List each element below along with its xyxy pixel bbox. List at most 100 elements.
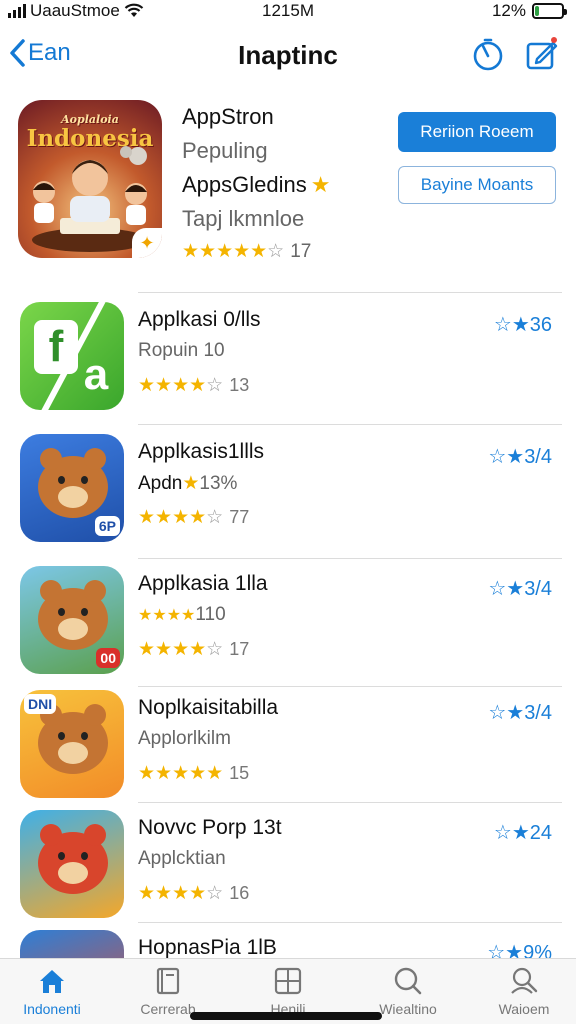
star-badge-icon: ★ <box>310 172 331 197</box>
tab-label: Cerrerab <box>140 1001 196 1017</box>
featured-rating-count: 17 <box>290 240 312 262</box>
featured-rating: ★★★★★☆ 17 <box>182 240 311 263</box>
score-stars-icon: ☆★ <box>488 578 525 600</box>
battery-percent: 12% <box>491 1 526 20</box>
primary-action-button[interactable]: Reriion Roeem <box>398 112 556 152</box>
featured-line-3-text: AppsGledins <box>182 172 307 197</box>
featured-line-3: AppsGledins ★ <box>182 168 392 202</box>
home-indicator[interactable] <box>190 1012 382 1020</box>
app-rating: ★★★★☆ 13 <box>138 374 249 397</box>
tab-profile[interactable]: Waioem <box>474 965 574 1017</box>
app-score: ☆★3/4 <box>488 444 552 469</box>
grid-icon <box>274 967 302 995</box>
clock: 1215M <box>262 1 314 20</box>
tab-label: Indonenti <box>23 1001 81 1017</box>
app-score: ☆★36 <box>494 312 552 337</box>
app-stars: ★★★★☆ <box>138 639 224 660</box>
app-score-value: 3/4 <box>524 578 552 600</box>
subtitle-star-icon: ★ <box>182 473 200 494</box>
divider <box>138 922 562 923</box>
score-stars-icon: ☆★ <box>493 314 530 336</box>
app-list-item[interactable]: f a Applkasi 0/lls Ropuin 10 ★★★★☆ 13 ☆★… <box>20 302 560 420</box>
bear-green-icon: 00 <box>20 566 124 674</box>
app-name: Applkasis1llls <box>138 440 265 463</box>
divider <box>138 558 562 559</box>
app-subtitle: ★★★★110 <box>138 604 226 626</box>
app-score: ☆★24 <box>494 820 552 845</box>
bear-orange-icon: DNI <box>20 690 124 798</box>
tab-search[interactable]: Wiealtino <box>358 965 458 1017</box>
navigation-bar: Ean Inaptinc <box>0 30 576 80</box>
app-subtitle-text: 110 <box>195 604 226 625</box>
app-rating-count: 16 <box>229 883 250 903</box>
app-list-item[interactable]: 00 Applkasia 1lla ★★★★110 ★★★★☆ 17 ☆★3/4 <box>20 566 560 684</box>
divider <box>138 802 562 803</box>
featured-badge-icon: ✦ <box>132 228 162 258</box>
featured-app-icon[interactable]: Aoplaloia Indonesia ✦ <box>18 100 162 258</box>
tab-grid[interactable]: Henili <box>238 965 338 1017</box>
secondary-action-button[interactable]: Bayine Moants <box>398 166 556 204</box>
app-rating: ★★★★☆ 17 <box>138 638 249 661</box>
featured-line-1: AppStron <box>182 104 274 129</box>
app-name: Applkasi 0/lls <box>138 308 261 331</box>
app-list-item[interactable]: 6P Applkasis1llls Apdn★13% ★★★★☆ 77 ☆★3/… <box>20 434 560 552</box>
score-stars-icon: ☆★ <box>488 702 525 724</box>
app-subtitle: Ropuin 10 <box>138 340 225 361</box>
app-name: HopnasPia 1lB <box>138 936 277 959</box>
compose-icon <box>526 37 558 70</box>
app-corner-label: 00 <box>96 648 120 668</box>
app-list-item[interactable]: DNI Noplkaisitabilla Applorlkilm ★★★★★ 1… <box>20 690 560 808</box>
timer-icon <box>473 38 503 71</box>
app-stars: ★★★★★ <box>138 763 224 784</box>
tab-label: Waioem <box>498 1001 550 1017</box>
status-bar: UaauStmoe 1215M 12% <box>0 0 576 22</box>
app-corner-label: 6P <box>94 516 120 536</box>
app-score: ☆★3/4 <box>488 700 552 725</box>
tab-book[interactable]: Cerrerab <box>118 965 218 1017</box>
rainbow-icon <box>20 930 124 960</box>
divider <box>138 292 562 293</box>
bear-red-icon <box>20 810 124 918</box>
app-score-value: 24 <box>529 822 552 844</box>
featured-text: AppStron Pepuling AppsGledins ★ Tapj lkm… <box>182 100 392 236</box>
app-score-value: 3/4 <box>524 446 552 468</box>
app-stars: ★★★★☆ <box>138 507 224 528</box>
app-score: ☆★3/4 <box>488 576 552 601</box>
app-rating-count: 13 <box>229 375 250 395</box>
app-score-value: 3/4 <box>524 702 552 724</box>
app-rating-count: 17 <box>229 639 250 659</box>
tab-home[interactable]: Indonenti <box>2 965 102 1017</box>
divider <box>138 686 562 687</box>
featured-line-4: Tapj lkmnloe <box>182 206 305 231</box>
app-list-item[interactable]: Novvc Porp 13t Applcktian ★★★★☆ 16 ☆★24 <box>20 810 560 928</box>
score-stars-icon: ☆★ <box>488 446 525 468</box>
tab-label: Wiealtino <box>379 1001 437 1017</box>
featured-stars: ★★★★★☆ <box>182 241 285 262</box>
search-icon <box>394 967 422 995</box>
app-subtitle: Applorlkilm <box>138 728 231 749</box>
person-search-icon <box>511 967 538 994</box>
app-score: ☆★9% <box>487 940 552 960</box>
book-icon <box>156 967 180 995</box>
compose-button[interactable] <box>524 36 560 72</box>
app-rating: ★★★★☆ 16 <box>138 882 249 905</box>
timer-button[interactable] <box>470 36 506 72</box>
app-subtitle: Apdn★13% <box>138 472 237 495</box>
app-name: Novvc Porp 13t <box>138 816 282 839</box>
home-icon <box>40 970 64 993</box>
app-subtitle-extra: 13% <box>199 473 238 494</box>
app-subtitle-text: Apdn <box>138 473 183 494</box>
app-list-item[interactable]: HopnasPia 1lB ☆★9% <box>20 930 560 960</box>
bear-blue-icon: 6P <box>20 434 124 542</box>
app-rating-count: 77 <box>229 507 250 527</box>
divider <box>138 424 562 425</box>
app-score-value: 36 <box>529 314 552 336</box>
app-rating-count: 15 <box>229 763 250 783</box>
score-stars-icon: ☆★ <box>493 822 530 844</box>
app-subtitle: Applcktian <box>138 848 226 869</box>
app-stars: ★★★★☆ <box>138 375 224 396</box>
featured-app: Aoplaloia Indonesia ✦ AppStron Pepuling … <box>18 100 558 270</box>
app-rating: ★★★★★ 15 <box>138 762 249 785</box>
featured-line-2: Pepuling <box>182 138 268 163</box>
battery-icon <box>532 3 567 19</box>
